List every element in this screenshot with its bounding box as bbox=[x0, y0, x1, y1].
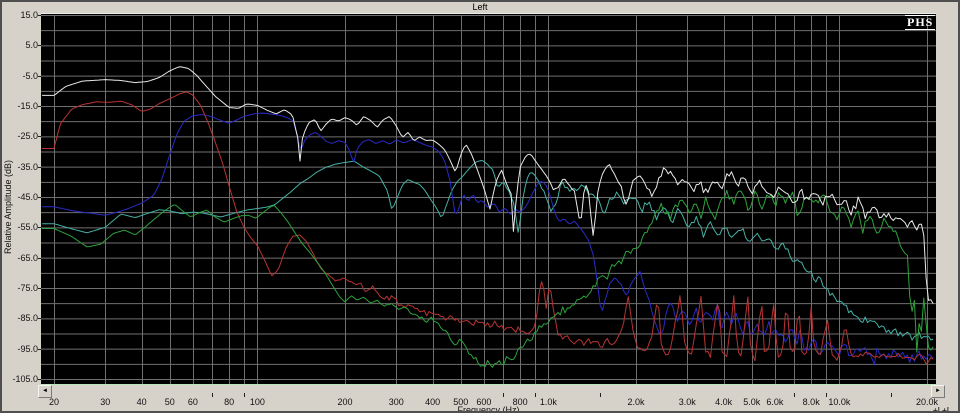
x-axis-tick bbox=[535, 393, 536, 397]
y-axis-tick-label: -75.0 bbox=[17, 282, 38, 293]
y-axis-tick-label: -25.0 bbox=[17, 131, 38, 142]
y-axis-tick-label: -35.0 bbox=[17, 161, 38, 172]
x-axis-tick bbox=[600, 393, 601, 397]
analyzer-window: Left Relative Amplitude (dB) 15.0 5.0 -5.0… bbox=[0, 0, 960, 413]
chart-title: Left bbox=[472, 2, 488, 12]
y-axis-tick-label: 5.0 bbox=[25, 40, 38, 51]
spectrum-chart bbox=[41, 15, 936, 385]
y-axis-tick-label: -45.0 bbox=[17, 191, 38, 202]
x-axis-tick bbox=[826, 393, 827, 397]
plot-area[interactable] bbox=[41, 14, 936, 385]
y-axis-tick-label: -55.0 bbox=[17, 222, 38, 233]
y-axis-tick-label: -85.0 bbox=[17, 313, 38, 324]
y-axis-tick-label: -95.0 bbox=[17, 343, 38, 354]
y-axis-tick-label: -65.0 bbox=[17, 252, 38, 263]
x-axis-tick bbox=[503, 393, 504, 397]
y-axis-title: Relative Amplitude (dB) bbox=[3, 159, 13, 255]
y-axis-tick-label: -5.0 bbox=[22, 70, 38, 81]
x-axis-tick bbox=[891, 393, 892, 397]
trace-green bbox=[42, 189, 934, 368]
y-axis-tick-label: -105.0 bbox=[12, 373, 38, 384]
zoom-controls[interactable]: +| +| bbox=[933, 406, 949, 411]
y-axis-tick-label: 15.0 bbox=[20, 10, 38, 20]
trace-blue bbox=[42, 112, 934, 365]
gridlines bbox=[41, 15, 936, 384]
trace-white bbox=[42, 66, 934, 304]
x-axis-tick bbox=[794, 393, 795, 397]
y-axis-tick-label: -15.0 bbox=[17, 100, 38, 111]
trace-cyan bbox=[42, 160, 934, 341]
x-axis-tick bbox=[244, 393, 245, 397]
phs-logo: PHS bbox=[905, 15, 936, 30]
x-axis-tick bbox=[212, 393, 213, 397]
x-axis-title: Frequency (Hz) bbox=[457, 405, 520, 413]
